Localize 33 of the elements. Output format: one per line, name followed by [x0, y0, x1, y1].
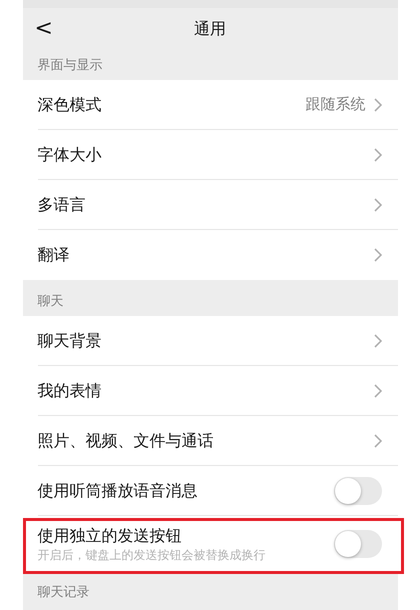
settings-row[interactable]: 使用听筒播放语音消息 [22, 466, 398, 516]
row-label: 使用听筒播放语音消息 [38, 480, 198, 502]
row-label: 多语言 [38, 194, 86, 216]
settings-row[interactable]: 多语言 [22, 180, 398, 230]
settings-row[interactable]: 聊天背景 [22, 316, 398, 366]
chevron-right-icon [374, 248, 382, 262]
section-header: 界面与显示 [38, 56, 102, 74]
chevron-right-icon [374, 148, 382, 162]
row-label: 使用独立的发送按钮 [38, 524, 182, 546]
row-value: 跟随系统 [306, 94, 366, 116]
row-label: 深色模式 [38, 94, 102, 116]
settings-row[interactable]: 深色模式 跟随系统 [22, 80, 398, 130]
settings-row[interactable]: 照片、视频、文件与通话 [22, 416, 398, 466]
row-label: 聊天背景 [38, 330, 102, 352]
settings-row[interactable]: 翻译 [22, 230, 398, 280]
toggle-switch[interactable] [334, 530, 382, 558]
chevron-right-icon [374, 98, 382, 112]
toggle-switch[interactable] [334, 476, 382, 504]
page-title: 通用 [194, 18, 226, 40]
row-label: 翻译 [38, 244, 70, 266]
row-description: 开启后，键盘上的发送按钮会被替换成换行 [38, 546, 266, 562]
section-header: 聊天 [38, 292, 64, 310]
chevron-right-icon [374, 198, 382, 212]
chevron-right-icon [374, 384, 382, 398]
section-header: 聊天记录 [38, 584, 90, 602]
chevron-right-icon [374, 334, 382, 348]
settings-row[interactable]: 我的表情 [22, 366, 398, 416]
row-label: 照片、视频、文件与通话 [38, 430, 214, 452]
chevron-right-icon [374, 434, 382, 448]
back-button[interactable]: < [34, 18, 53, 40]
row-label: 我的表情 [38, 380, 102, 402]
settings-row[interactable]: 字体大小 [22, 130, 398, 180]
row-label: 字体大小 [38, 144, 102, 166]
